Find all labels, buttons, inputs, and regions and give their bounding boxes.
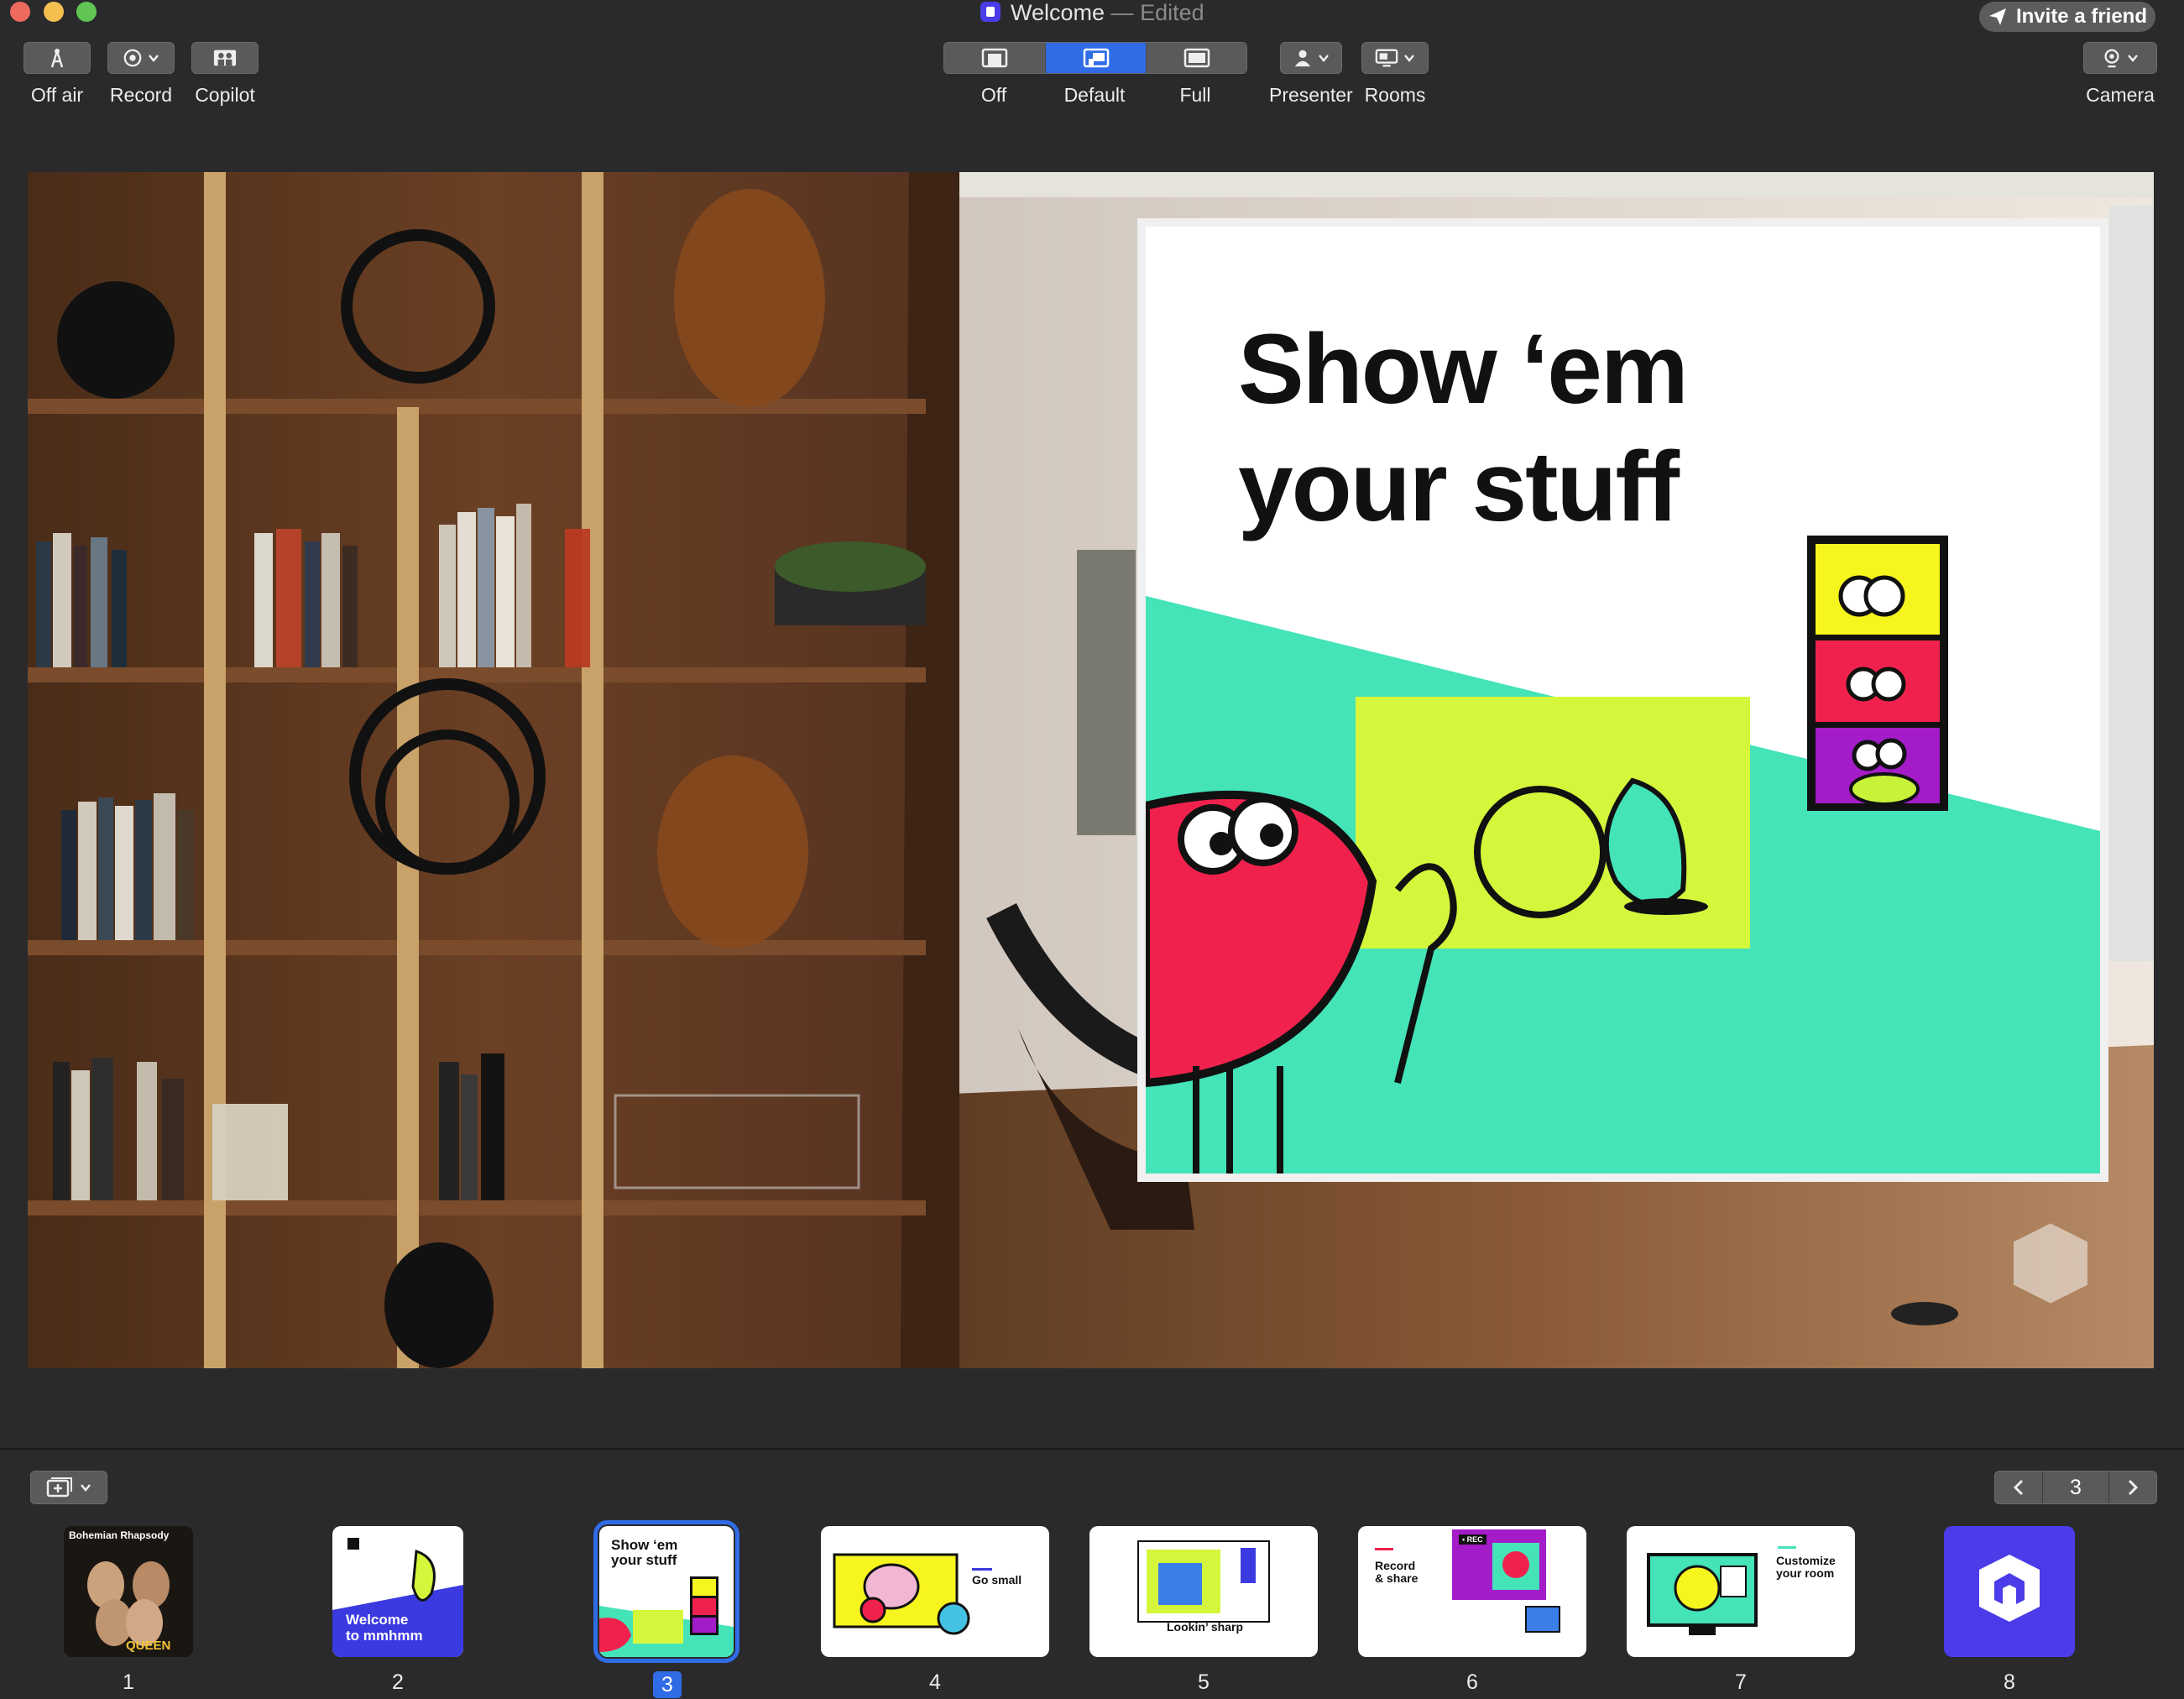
record-icon bbox=[123, 49, 142, 67]
slide-illustration bbox=[1146, 536, 2100, 1174]
record-tool: Record bbox=[107, 42, 175, 107]
paper-plane-icon bbox=[1988, 8, 2006, 25]
thumbnail-6-number: 6 bbox=[1466, 1670, 1478, 1694]
chevron-down-icon bbox=[149, 55, 159, 62]
slide-thumbnail-2[interactable]: Welcome to mmhmm bbox=[332, 1526, 463, 1657]
layout-off-button[interactable] bbox=[944, 43, 1045, 73]
chevron-right-icon bbox=[2128, 1479, 2139, 1496]
add-slide-button[interactable] bbox=[30, 1471, 107, 1504]
rooms-button[interactable] bbox=[1361, 42, 1429, 74]
camera-button[interactable] bbox=[2083, 42, 2157, 74]
previous-slide-button[interactable] bbox=[1995, 1472, 2042, 1503]
slide-thumbnail-6[interactable]: • REC Record & share bbox=[1358, 1526, 1586, 1657]
copilot-people-icon bbox=[213, 50, 237, 66]
copilot-button[interactable] bbox=[191, 42, 259, 74]
document-name: Welcome bbox=[1011, 0, 1105, 25]
add-slide-icon bbox=[46, 1477, 72, 1498]
record-label: Record bbox=[109, 84, 173, 106]
chevron-down-icon bbox=[81, 1484, 91, 1492]
thumbnail-7-art bbox=[1647, 1546, 1796, 1635]
thumbnail-1-number: 1 bbox=[123, 1670, 134, 1694]
thumbnail-1-top-caption: Bohemian Rhapsody bbox=[69, 1529, 170, 1541]
close-window-button[interactable] bbox=[10, 2, 30, 22]
current-slide[interactable]: Show ‘em your stuff bbox=[1137, 218, 2108, 1182]
window-title: Welcome — Edited bbox=[1011, 0, 1204, 26]
monitor-icon bbox=[1375, 49, 1398, 67]
next-slide-button[interactable] bbox=[2109, 1472, 2156, 1503]
layout-default-button[interactable] bbox=[1045, 43, 1146, 73]
app-icon bbox=[980, 2, 1001, 22]
slide-thumbnail-3[interactable]: Show ‘em your stuff bbox=[593, 1520, 739, 1663]
layout-full-label: Full bbox=[1179, 84, 1211, 106]
camera-tool: Camera bbox=[2083, 42, 2157, 107]
layout-off-icon bbox=[981, 48, 1008, 68]
off-air-tool: Off air bbox=[24, 42, 91, 107]
invite-friend-label: Invite a friend bbox=[2015, 5, 2148, 28]
slide-thumbnail-8[interactable] bbox=[1944, 1526, 2075, 1657]
layout-labels: Off Default Full bbox=[943, 84, 1246, 107]
chevron-down-icon bbox=[1404, 55, 1414, 62]
invite-friend-button[interactable]: Invite a friend bbox=[1979, 2, 2155, 32]
presenter-label: Presenter bbox=[1269, 84, 1353, 106]
slide-pager: 3 bbox=[1994, 1471, 2157, 1504]
thumbnail-7-number: 7 bbox=[1735, 1670, 1747, 1694]
slide-thumbnail-7[interactable]: Customize your room bbox=[1627, 1526, 1855, 1657]
mmhmm-logo-icon bbox=[1979, 1555, 2040, 1622]
thumbnail-1-bottom-caption: QUEEN bbox=[126, 1639, 171, 1653]
current-slide-number: 3 bbox=[2042, 1472, 2109, 1503]
chevron-down-icon bbox=[1318, 55, 1329, 62]
slide-thumbnail-5[interactable]: Lookin’ sharp bbox=[1089, 1526, 1318, 1657]
thumbnail-3-caption: Show ‘em your stuff bbox=[611, 1537, 678, 1568]
presenter-button[interactable] bbox=[1279, 42, 1342, 74]
mmhmm-watermark-icon bbox=[2014, 1223, 2087, 1304]
thumbnail-3-number: 3 bbox=[653, 1671, 682, 1698]
record-button[interactable] bbox=[107, 42, 175, 74]
chevron-left-icon bbox=[2013, 1479, 2024, 1496]
layout-default-icon bbox=[1083, 48, 1109, 68]
copilot-tool: Copilot bbox=[191, 42, 259, 107]
broadcast-tower-icon bbox=[50, 49, 64, 68]
album-cover-image bbox=[64, 1526, 193, 1657]
rooms-tool: Rooms bbox=[1361, 42, 1429, 107]
presentation-stage[interactable]: Show ‘em your stuff bbox=[28, 172, 2154, 1368]
thumbnail-4-caption: Go small bbox=[972, 1573, 1022, 1587]
person-icon bbox=[1294, 50, 1311, 67]
thumbnail-5-number: 5 bbox=[1198, 1670, 1210, 1694]
thumbnail-8-number: 8 bbox=[2004, 1670, 2015, 1694]
edited-label: Edited bbox=[1140, 0, 1204, 25]
presenter-tool: Presenter bbox=[1269, 42, 1353, 107]
layout-segmented-control bbox=[943, 42, 1247, 74]
rooms-label: Rooms bbox=[1364, 84, 1426, 106]
slide-thumbnail-4[interactable]: Go small bbox=[821, 1526, 1049, 1657]
minimize-window-button[interactable] bbox=[44, 2, 64, 22]
zoom-window-button[interactable] bbox=[76, 2, 97, 22]
strip-divider bbox=[0, 1448, 2184, 1450]
thumbnail-5-art bbox=[1137, 1540, 1270, 1623]
off-air-label: Off air bbox=[30, 84, 84, 106]
copilot-label: Copilot bbox=[195, 84, 255, 106]
thumbnail-6-caption: Record & share bbox=[1375, 1559, 1419, 1585]
chevron-down-icon bbox=[2128, 55, 2138, 62]
off-air-button[interactable] bbox=[24, 42, 91, 74]
thumbnail-5-caption: Lookin’ sharp bbox=[1167, 1620, 1244, 1634]
thumbnail-6-art bbox=[1375, 1529, 1560, 1633]
slide-thumbnail-1[interactable]: Bohemian Rhapsody QUEEN bbox=[64, 1526, 193, 1657]
layout-default-label: Default bbox=[1063, 84, 1126, 106]
thumbnail-2-caption: Welcome to mmhmm bbox=[346, 1612, 423, 1644]
title-separator: — bbox=[1105, 0, 1141, 25]
webcam-icon bbox=[2104, 49, 2119, 68]
layout-off-label: Off bbox=[980, 84, 1007, 106]
thumbnail-4-art bbox=[833, 1553, 992, 1635]
thumbnail-4-number: 4 bbox=[929, 1670, 941, 1694]
title-bar: Welcome — Edited Invite a friend bbox=[0, 0, 2184, 32]
layout-full-button[interactable] bbox=[1146, 43, 1246, 73]
thumbnail-2-number: 2 bbox=[392, 1670, 404, 1694]
thumbnail-6-rec-badge: • REC bbox=[1459, 1534, 1486, 1545]
camera-label: Camera bbox=[2086, 84, 2155, 106]
thumbnail-7-caption: Customize your room bbox=[1776, 1554, 1836, 1580]
layout-full-icon bbox=[1183, 48, 1210, 68]
